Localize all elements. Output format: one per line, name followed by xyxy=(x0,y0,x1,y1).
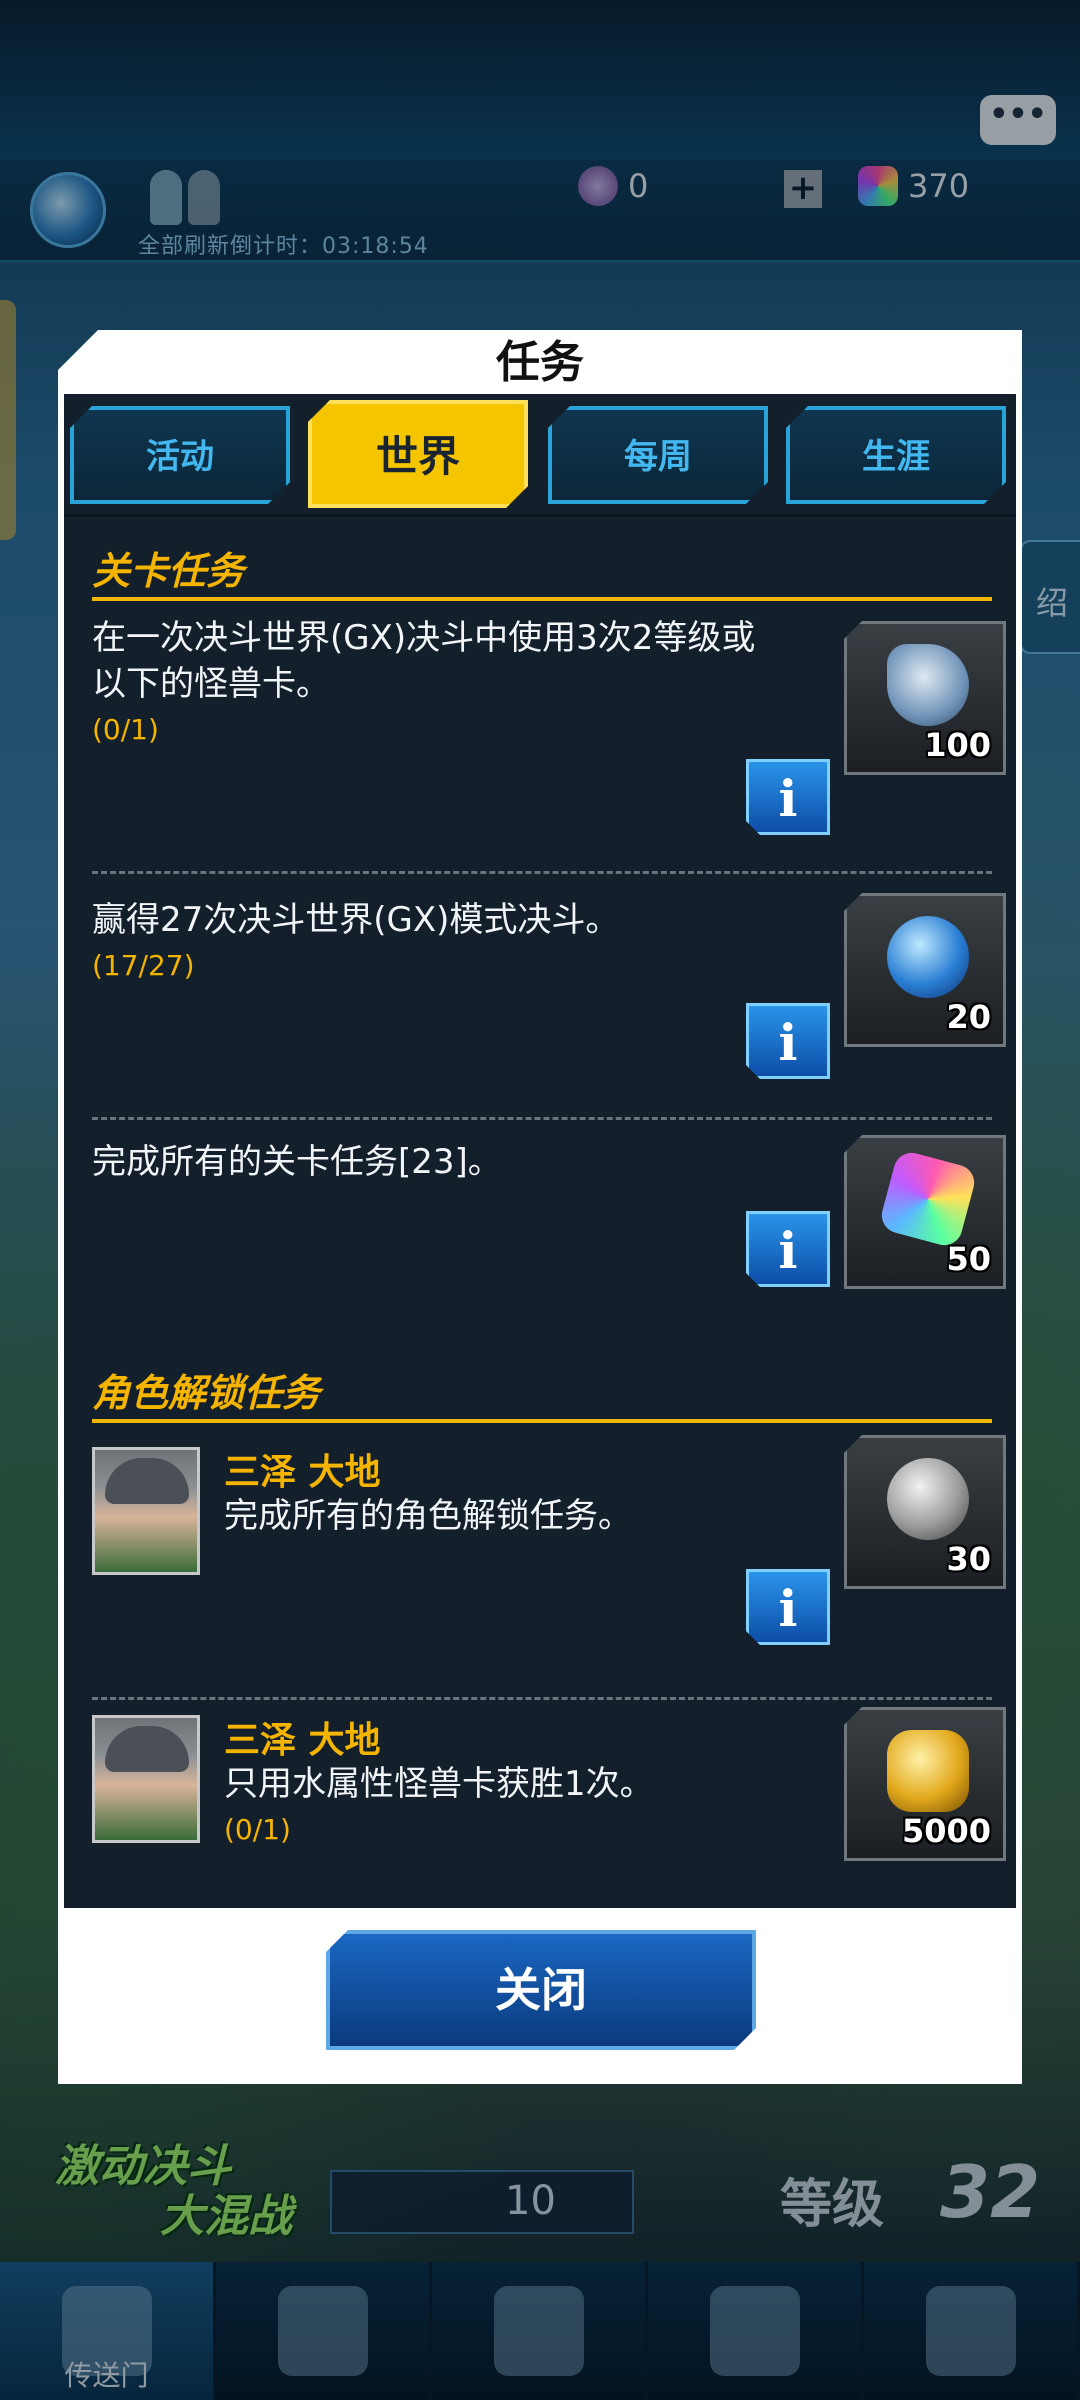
tab-weekly[interactable]: 每周 xyxy=(548,406,768,504)
section-header: 关卡任务 xyxy=(92,547,992,601)
reward-count: 30 xyxy=(946,1540,991,1578)
divider xyxy=(92,1697,992,1700)
reward-count: 100 xyxy=(924,726,991,764)
reward-box[interactable]: 100 xyxy=(844,621,1006,775)
quest-progress: (0/1) xyxy=(224,1813,291,1846)
mission-tabs: 活动 世界 每周 生涯 xyxy=(64,394,1016,514)
divider xyxy=(92,1117,992,1120)
quest-item: 完成所有的关卡任务[23]。 i 50 xyxy=(92,1135,1006,1339)
precious-orb-icon xyxy=(887,916,969,998)
character-quest-item: 三泽 大地 完成所有的角色解锁任务。 i 30 xyxy=(92,1435,1006,1679)
reward-box[interactable]: 20 xyxy=(844,893,1006,1047)
quest-item: 赢得27次决斗世界(GX)模式决斗。 (17/27) i 20 xyxy=(92,893,1006,1117)
tab-career[interactable]: 生涯 xyxy=(786,406,1006,504)
character-avatar xyxy=(92,1715,200,1843)
reward-count: 50 xyxy=(946,1240,991,1278)
info-button[interactable]: i xyxy=(746,1211,830,1287)
dialog-body: 活动 世界 每周 生涯 关卡任务 在一次决斗世界(GX)决斗中使用3次2等级或以… xyxy=(58,394,1022,2084)
mission-list[interactable]: 关卡任务 在一次决斗世界(GX)决斗中使用3次2等级或以下的怪兽卡。 (0/1)… xyxy=(64,514,1016,1911)
reward-box[interactable]: 30 xyxy=(844,1435,1006,1589)
quest-text: 在一次决斗世界(GX)决斗中使用3次2等级或以下的怪兽卡。 (0/1) xyxy=(92,615,782,753)
key-icon xyxy=(887,644,969,726)
section-title: 角色解锁任务 xyxy=(92,1371,321,1415)
character-quest-item: 三泽 大地 只用水属性怪兽卡获胜1次。 (0/1) 5000 xyxy=(92,1707,1006,1911)
section-header: 角色解锁任务 xyxy=(92,1369,992,1423)
quest-text: 赢得27次决斗世界(GX)模式决斗。 (17/27) xyxy=(92,897,782,989)
info-button[interactable]: i xyxy=(746,759,830,835)
quest-item: 在一次决斗世界(GX)决斗中使用3次2等级或以下的怪兽卡。 (0/1) i 10… xyxy=(92,615,1006,855)
info-button[interactable]: i xyxy=(746,1003,830,1079)
quest-description: 只用水属性怪兽卡获胜1次。 xyxy=(224,1764,654,1804)
character-avatar xyxy=(92,1447,200,1575)
dialog-footer: 关闭 xyxy=(58,1908,1022,2084)
quest-description: 在一次决斗世界(GX)决斗中使用3次2等级或以下的怪兽卡。 xyxy=(92,618,756,704)
avatar-hair xyxy=(105,1726,189,1772)
reward-box[interactable]: 50 xyxy=(844,1135,1006,1289)
character-name: 三泽 大地 xyxy=(224,1452,381,1493)
reward-box[interactable]: 5000 xyxy=(844,1707,1006,1861)
earth-orb-icon xyxy=(887,1458,969,1540)
character-name: 三泽 大地 xyxy=(224,1720,381,1761)
info-button[interactable]: i xyxy=(746,1569,830,1645)
quest-description: 完成所有的关卡任务[23]。 xyxy=(92,1142,502,1182)
reward-count: 5000 xyxy=(901,1812,991,1850)
close-button[interactable]: 关闭 xyxy=(326,1930,756,2050)
quest-text: 只用水属性怪兽卡获胜1次。 (0/1) xyxy=(224,1761,784,1853)
divider xyxy=(92,871,992,874)
mission-dialog: 任务 活动 世界 每周 生涯 关卡任务 在一次决斗世界(GX)决斗中使用3次2等… xyxy=(58,330,1022,2084)
quest-description: 完成所有的角色解锁任务。 xyxy=(224,1496,632,1536)
section-title: 关卡任务 xyxy=(92,549,245,593)
quest-progress: (0/1) xyxy=(92,713,159,746)
tab-world[interactable]: 世界 xyxy=(308,400,528,508)
reward-count: 20 xyxy=(946,998,991,1036)
quest-progress: (17/27) xyxy=(92,949,195,982)
dialog-title: 任务 xyxy=(496,337,584,388)
gold-coins-icon xyxy=(887,1730,969,1812)
gem-icon xyxy=(877,1148,979,1250)
quest-text: 完成所有的关卡任务[23]。 xyxy=(92,1139,782,1185)
avatar-hair xyxy=(105,1458,189,1504)
quest-description: 赢得27次决斗世界(GX)模式决斗。 xyxy=(92,900,620,940)
tab-event[interactable]: 活动 xyxy=(70,406,290,504)
